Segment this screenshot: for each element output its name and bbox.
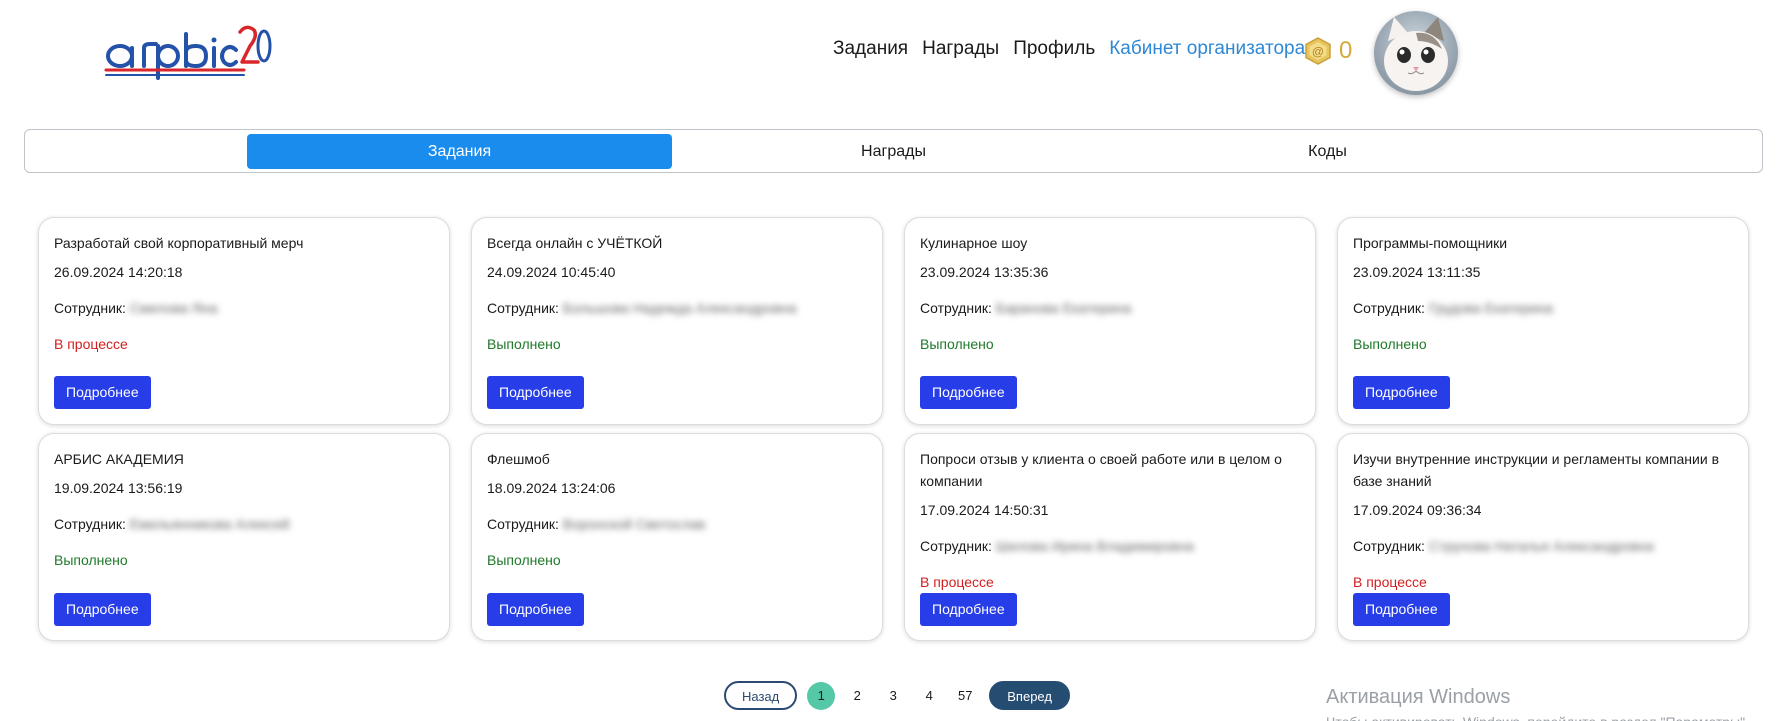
employee-label: Сотрудник: bbox=[920, 300, 992, 316]
task-status: Выполнено bbox=[1353, 336, 1427, 352]
coin-icon: @ bbox=[1305, 37, 1331, 65]
task-title: АРБИС АКАДЕМИЯ bbox=[54, 451, 184, 467]
section-tabs: Задания Награды Коды bbox=[24, 129, 1763, 173]
page-3[interactable]: 3 bbox=[879, 682, 907, 710]
task-employee: Сотрудник: Большова Надежда Александровн… bbox=[487, 298, 866, 318]
svg-text:@: @ bbox=[1312, 45, 1324, 59]
details-button[interactable]: Подробнее bbox=[487, 376, 584, 409]
task-title: Программы-помощники bbox=[1353, 235, 1508, 251]
task-employee: Сотрудник: Баранова Екатерина bbox=[920, 298, 1299, 318]
coin-balance: @ 0 bbox=[1305, 37, 1352, 65]
task-employee: Сотрудник: Емельянникова Алексей bbox=[54, 514, 433, 534]
tab-codes[interactable]: Коды bbox=[1115, 134, 1540, 169]
employee-name: Струнова Наталья Александровна bbox=[1428, 538, 1654, 554]
task-status: Выполнено bbox=[920, 336, 994, 352]
windows-activation-watermark: Активация Windows Чтобы активировать Win… bbox=[1326, 685, 1749, 721]
task-status: В процессе bbox=[920, 574, 994, 590]
pagination: Назад 1 2 3 4 57 Вперед bbox=[724, 681, 1070, 710]
task-card: Программы-помощники 23.09.2024 13:11:35 … bbox=[1337, 217, 1749, 425]
task-card: Кулинарное шоу 23.09.2024 13:35:36 Сотру… bbox=[904, 217, 1316, 425]
task-card: Изучи внутренние инструкции и регламенты… bbox=[1337, 433, 1749, 641]
task-status: В процессе bbox=[1353, 574, 1427, 590]
next-page-button[interactable]: Вперед bbox=[989, 681, 1070, 710]
task-employee: Сотрудник: Воронской Светослав bbox=[487, 514, 866, 534]
task-card: Разработай свой корпоративный мерч 26.09… bbox=[38, 217, 450, 425]
main-nav: Задания Награды Профиль Кабинет организа… bbox=[833, 38, 1305, 60]
employee-name: Баранова Екатерина bbox=[995, 300, 1132, 316]
task-title: Флешмоб bbox=[487, 451, 550, 467]
task-card: Попроси отзыв у клиента о своей работе и… bbox=[904, 433, 1316, 641]
employee-name: Грудова Екатерина bbox=[1428, 300, 1554, 316]
watermark-subtitle: Чтобы активировать Windows, перейдите в … bbox=[1326, 713, 1749, 721]
employee-label: Сотрудник: bbox=[54, 516, 126, 532]
employee-name: Воронской Светослав bbox=[562, 516, 706, 532]
task-title: Попроси отзыв у клиента о своей работе и… bbox=[920, 451, 1282, 489]
prev-page-button[interactable]: Назад bbox=[724, 681, 798, 710]
employee-name: Шилова Ирина Владимировна bbox=[995, 538, 1194, 554]
arbis-logo[interactable] bbox=[104, 22, 274, 82]
task-date: 26.09.2024 14:20:18 bbox=[54, 264, 183, 280]
user-avatar[interactable] bbox=[1374, 11, 1458, 95]
task-status: Выполнено bbox=[487, 552, 561, 568]
nav-item-organizer-cabinet[interactable]: Кабинет организатора bbox=[1109, 38, 1305, 60]
page-last[interactable]: 57 bbox=[951, 682, 979, 710]
task-card: Всегда онлайн с УЧЁТКОЙ 24.09.2024 10:45… bbox=[471, 217, 883, 425]
task-date: 17.09.2024 14:50:31 bbox=[920, 502, 1049, 518]
employee-label: Сотрудник: bbox=[54, 300, 126, 316]
details-button[interactable]: Подробнее bbox=[1353, 593, 1450, 626]
nav-item-profile[interactable]: Профиль bbox=[1013, 38, 1095, 60]
employee-name: Смелова Яна bbox=[129, 300, 218, 316]
task-card: Флешмоб 18.09.2024 13:24:06 Сотрудник: В… bbox=[471, 433, 883, 641]
task-title: Кулинарное шоу bbox=[920, 235, 1028, 251]
task-date: 24.09.2024 10:45:40 bbox=[487, 264, 616, 280]
task-title: Разработай свой корпоративный мерч bbox=[54, 235, 304, 251]
page-4[interactable]: 4 bbox=[915, 682, 943, 710]
employee-label: Сотрудник: bbox=[920, 538, 992, 554]
task-card-grid: Разработай свой корпоративный мерч 26.09… bbox=[38, 217, 1750, 641]
task-employee: Сотрудник: Струнова Наталья Александровн… bbox=[1353, 536, 1732, 556]
details-button[interactable]: Подробнее bbox=[920, 376, 1017, 409]
nav-item-rewards[interactable]: Награды bbox=[922, 38, 999, 60]
details-button[interactable]: Подробнее bbox=[54, 593, 151, 626]
details-button[interactable]: Подробнее bbox=[1353, 376, 1450, 409]
employee-label: Сотрудник: bbox=[1353, 538, 1425, 554]
employee-label: Сотрудник: bbox=[487, 516, 559, 532]
app-root: Задания Награды Профиль Кабинет организа… bbox=[0, 0, 1787, 721]
task-status: Выполнено bbox=[487, 336, 561, 352]
task-date: 18.09.2024 13:24:06 bbox=[487, 480, 616, 496]
task-status: Выполнено bbox=[54, 552, 128, 568]
employee-label: Сотрудник: bbox=[1353, 300, 1425, 316]
page-1[interactable]: 1 bbox=[807, 681, 836, 710]
page-2[interactable]: 2 bbox=[843, 682, 871, 710]
nav-item-tasks[interactable]: Задания bbox=[833, 38, 908, 60]
details-button[interactable]: Подробнее bbox=[920, 593, 1017, 626]
watermark-title: Активация Windows bbox=[1326, 686, 1511, 708]
task-employee: Сотрудник: Смелова Яна bbox=[54, 298, 433, 318]
employee-label: Сотрудник: bbox=[487, 300, 559, 316]
tab-rewards[interactable]: Награды bbox=[681, 134, 1106, 169]
task-date: 17.09.2024 09:36:34 bbox=[1353, 502, 1482, 518]
task-employee: Сотрудник: Шилова Ирина Владимировна bbox=[920, 536, 1299, 556]
task-title: Всегда онлайн с УЧЁТКОЙ bbox=[487, 235, 663, 251]
coin-count: 0 bbox=[1339, 37, 1353, 64]
logo-image bbox=[104, 25, 272, 80]
task-title: Изучи внутренние инструкции и регламенты… bbox=[1353, 451, 1720, 489]
cat-avatar-image bbox=[1374, 11, 1458, 95]
employee-name: Емельянникова Алексей bbox=[129, 516, 290, 532]
task-date: 23.09.2024 13:11:35 bbox=[1353, 264, 1481, 280]
task-date: 23.09.2024 13:35:36 bbox=[920, 264, 1049, 280]
tab-tasks[interactable]: Задания bbox=[247, 134, 672, 169]
task-card: АРБИС АКАДЕМИЯ 19.09.2024 13:56:19 Сотру… bbox=[38, 433, 450, 641]
details-button[interactable]: Подробнее bbox=[487, 593, 584, 626]
task-employee: Сотрудник: Грудова Екатерина bbox=[1353, 298, 1732, 318]
task-date: 19.09.2024 13:56:19 bbox=[54, 480, 183, 496]
details-button[interactable]: Подробнее bbox=[54, 376, 151, 409]
employee-name: Большова Надежда Александровна bbox=[562, 300, 797, 316]
task-status: В процессе bbox=[54, 336, 128, 352]
